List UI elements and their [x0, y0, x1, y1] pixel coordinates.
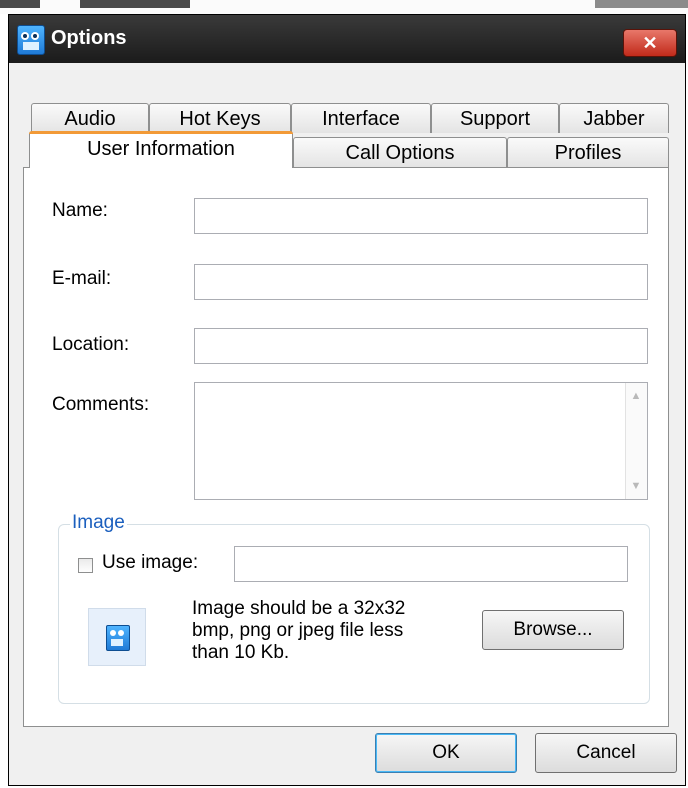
strip-segment	[595, 0, 688, 8]
close-icon: ✕	[642, 33, 658, 53]
tab-interface[interactable]: Interface	[291, 103, 431, 133]
ok-button[interactable]: OK	[375, 733, 517, 773]
close-button[interactable]: ✕	[623, 29, 677, 57]
comments-textarea[interactable]: ▲ ▼	[194, 382, 648, 500]
image-group-title: Image	[70, 512, 127, 534]
image-path-input[interactable]	[234, 546, 628, 582]
comments-label: Comments:	[52, 394, 150, 415]
name-label: Name:	[52, 200, 108, 221]
tab-support[interactable]: Support	[431, 103, 559, 133]
tab-hot-keys[interactable]: Hot Keys	[149, 103, 291, 133]
image-preview	[88, 608, 146, 666]
tab-label: Hot Keys	[179, 108, 261, 130]
comments-scrollbar[interactable]: ▲ ▼	[625, 383, 647, 499]
user-information-panel: Name: E-mail: Location: Comments: ▲ ▼ Im…	[23, 167, 669, 727]
app-logo-icon	[17, 25, 45, 55]
tab-label: Jabber	[583, 108, 645, 130]
title-bar[interactable]: Options ✕	[9, 15, 685, 63]
strip-segment	[0, 0, 40, 8]
scroll-up-arrow-icon[interactable]: ▲	[629, 389, 643, 403]
image-preview-icon	[106, 625, 130, 651]
preview-page	[111, 639, 123, 646]
desktop-strip	[0, 0, 688, 14]
use-image-label: Use image:	[102, 552, 199, 573]
tab-label: Call Options	[345, 142, 455, 164]
tab-label: Support	[459, 108, 531, 130]
window-title: Options	[51, 27, 127, 49]
image-hint-line-1: Image should be a 32x32	[192, 598, 406, 619]
tab-user-information[interactable]: User Information	[29, 131, 293, 168]
cancel-button[interactable]: Cancel	[535, 733, 677, 773]
use-image-checkbox[interactable]	[78, 558, 93, 573]
name-input[interactable]	[194, 198, 648, 234]
logo-page	[23, 42, 39, 50]
email-input[interactable]	[194, 264, 648, 300]
tab-audio[interactable]: Audio	[31, 103, 149, 133]
tab-profiles[interactable]: Profiles	[507, 137, 669, 167]
tab-label: Interface	[322, 108, 400, 130]
email-label: E-mail:	[52, 268, 112, 289]
location-label: Location:	[52, 334, 130, 355]
scroll-down-arrow-icon[interactable]: ▼	[629, 479, 643, 493]
browse-button[interactable]: Browse...	[482, 610, 624, 650]
tab-call-options[interactable]: Call Options	[293, 137, 507, 167]
preview-eye	[118, 630, 124, 636]
logo-eye	[21, 32, 29, 40]
tab-label: Profiles	[554, 142, 622, 164]
preview-eye	[110, 630, 116, 636]
tab-jabber[interactable]: Jabber	[559, 103, 669, 133]
image-hint-line-2: bmp, png or jpeg file less	[192, 620, 404, 641]
strip-segment	[80, 0, 190, 8]
tab-label: Audio	[64, 108, 116, 130]
options-dialog: Options ✕ Audio Hot Keys Interface Suppo…	[8, 14, 686, 786]
location-input[interactable]	[194, 328, 648, 364]
image-hint-line-3: than 10 Kb.	[192, 642, 290, 663]
logo-eye	[31, 32, 39, 40]
tab-label: User Information	[87, 138, 235, 160]
dialog-client-area: Audio Hot Keys Interface Support Jabber …	[9, 63, 685, 785]
